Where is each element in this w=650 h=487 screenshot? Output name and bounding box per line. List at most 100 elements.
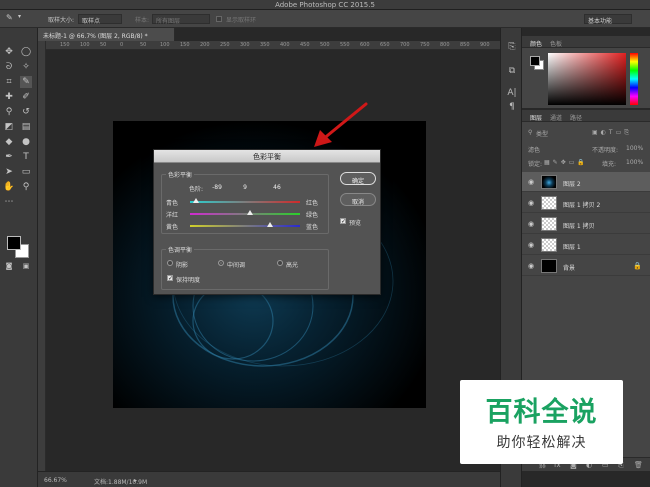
opacity-value[interactable]: 100% [626,145,643,152]
zoom-level[interactable]: 66.67% [44,477,67,484]
layer-thumbnail [541,196,557,210]
cyan-red-slider-track[interactable] [190,201,300,203]
chevron-down-icon[interactable]: ▾ [18,13,21,20]
ruler-mark: 650 [380,42,390,48]
level-magenta-green-field[interactable]: 9 [234,184,256,191]
tab-color[interactable]: 颜色 [530,39,542,48]
history-brush-icon[interactable]: ↺ [20,106,32,118]
yellow-blue-slider-handle[interactable] [267,222,274,227]
show-ring-label: 显示取样环 [226,17,257,24]
screen-mode-icon[interactable]: ▣ [20,260,32,272]
panel-foreground-swatch[interactable] [530,56,540,66]
dialog-title[interactable]: 色彩平衡 [154,150,380,163]
crop-tool-icon[interactable]: ⌗ [3,76,15,88]
tab-layers[interactable]: 图层 [530,113,542,122]
layer-name: 图层 1 拷贝 [563,223,595,230]
eyedropper-tool-icon[interactable]: ✎ [20,76,32,88]
marquee-tool-icon[interactable]: ◯ [20,46,32,58]
quick-select-icon[interactable]: ✧ [20,61,32,73]
lock-icon[interactable]: 🔒 [633,262,642,270]
lock-label: 锁定: [528,161,543,168]
brush-tool-icon[interactable]: ✐ [20,91,32,103]
preview-checkbox[interactable]: ✓ [340,218,346,225]
dodge-tool-icon[interactable]: ● [20,136,32,148]
hand-tool-icon[interactable]: ✋ [3,181,15,193]
opacity-label: 不透明度: [592,147,619,154]
preserve-luminosity-checkbox[interactable]: ✓ [167,275,173,282]
shape-tool-icon[interactable]: ▭ [20,166,32,178]
layer-name: 图层 1 拷贝 2 [563,202,601,209]
show-ring-checkbox[interactable] [216,16,222,22]
status-menu-arrow-icon[interactable]: ▸ [134,477,137,484]
path-select-icon[interactable]: ➤ [3,166,15,178]
blur-tool-icon[interactable]: ◆ [3,136,15,148]
healing-brush-icon[interactable]: ✚ [3,91,15,103]
ruler-mark: 0 [120,42,124,48]
color-panel-tabs: 颜色 色板 [522,36,650,48]
visibility-eye-icon[interactable]: ◉ [528,241,534,249]
midtones-label: 中间调 [227,262,246,269]
tab-swatches[interactable]: 色板 [550,39,562,48]
green-label: 绿色 [306,212,319,219]
zoom-tool-icon[interactable]: ⚲ [20,181,32,193]
workspace-select[interactable]: 基本功能 [584,14,632,25]
yellow-blue-slider-track[interactable] [190,225,300,227]
delete-layer-icon[interactable]: 🗑 [634,461,643,469]
layer-row[interactable]: ◉ 图层 1 拷贝 2 [522,193,650,213]
sample-size-select[interactable]: 取样点 [78,14,122,25]
ok-button[interactable]: 确定 [340,172,376,185]
layer-row[interactable]: ◉ 图层 2 [522,172,650,192]
gradient-tool-icon[interactable]: ▤ [20,121,32,133]
document-size-info[interactable]: 文档:1.88M/10.9M [94,477,147,486]
character-panel-icon[interactable]: A| [506,88,518,100]
cancel-button[interactable]: 取消 [340,193,376,206]
pen-tool-icon[interactable]: ✒ [3,151,15,163]
layer-row[interactable]: ◉ 背景 🔒 [522,256,650,276]
ruler-mark: 800 [440,42,450,48]
filter-icons[interactable]: ▣◐T▭⎘ [592,129,632,137]
filter-search-icon[interactable]: ⚲ [528,129,532,136]
shadows-radio[interactable] [167,260,173,266]
visibility-eye-icon[interactable]: ◉ [528,220,534,228]
tab-channels[interactable]: 通道 [550,113,562,122]
eraser-tool-icon[interactable]: ◩ [3,121,15,133]
midtones-radio[interactable] [218,260,224,266]
shadows-label: 阴影 [176,262,189,269]
visibility-eye-icon[interactable]: ◉ [528,262,534,270]
blend-mode-select[interactable]: 滤色 [528,145,540,154]
ruler-mark: 50 [100,42,107,48]
level-yellow-blue-field[interactable]: 46 [266,184,288,191]
layer-filter-row: ⚲ 类型 ▣◐T▭⎘ [522,126,650,138]
eyedropper-icon[interactable]: ✎ [6,13,13,22]
more-tools-icon[interactable]: ⋯ [3,196,15,208]
history-panel-icon[interactable]: ⎘ [506,42,518,54]
sample-select[interactable]: 所有图层 [152,14,210,25]
magenta-green-slider-track[interactable] [190,213,300,215]
magenta-green-slider-handle[interactable] [246,210,253,215]
highlights-radio[interactable] [277,260,283,266]
fill-value[interactable]: 100% [626,159,643,166]
move-tool-icon[interactable]: ✥ [3,46,15,58]
lock-icons[interactable]: ▦✎✥▭🔒 [544,159,588,166]
lasso-tool-icon[interactable]: ᘐ [3,61,15,73]
level-cyan-red-field[interactable]: -89 [206,184,228,191]
tab-paths[interactable]: 路径 [570,113,582,122]
type-tool-icon[interactable]: T [20,151,32,163]
quick-mask-icon[interactable]: ◙ [3,260,15,272]
ruler-mark: 850 [460,42,470,48]
color-spectrum[interactable] [548,53,626,105]
cyan-red-slider-handle[interactable] [193,198,200,203]
foreground-color-swatch[interactable] [7,236,21,250]
visibility-eye-icon[interactable]: ◉ [528,199,534,207]
layer-row[interactable]: ◉ 图层 1 拷贝 [522,214,650,234]
hue-slider[interactable] [630,53,638,105]
paragraph-panel-icon[interactable]: ¶ [506,102,518,114]
document-tab[interactable]: 未标题-1 @ 66.7% (图层 2, RGB/8) * [38,28,175,41]
red-label: 红色 [306,200,319,207]
clone-stamp-icon[interactable]: ⚲ [3,106,15,118]
kind-filter-select[interactable]: 类型 [536,129,548,138]
adjustments-panel-icon[interactable]: ⧉ [506,66,518,78]
visibility-eye-icon[interactable]: ◉ [528,178,534,186]
layer-row[interactable]: ◉ 图层 1 [522,235,650,255]
preview-label: 预览 [349,220,362,227]
